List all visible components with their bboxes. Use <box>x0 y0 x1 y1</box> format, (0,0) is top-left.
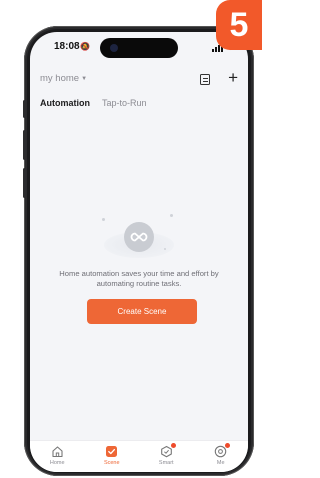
home-icon <box>51 445 64 458</box>
document-icon[interactable] <box>200 74 210 85</box>
smart-icon <box>160 443 176 458</box>
sparkle-dot <box>170 214 173 217</box>
scene-check-icon <box>105 445 118 458</box>
header: my home ▼ + <box>40 69 238 89</box>
home-selector-label: my home <box>40 73 80 84</box>
nav-label-scene: Scene <box>103 460 120 466</box>
nav-item-scene[interactable]: Scene <box>85 441 140 472</box>
step-number-badge: 5 <box>216 0 262 50</box>
nav-item-smart[interactable]: Smart <box>139 441 194 472</box>
plus-icon[interactable]: + <box>228 69 238 86</box>
nav-item-home[interactable]: Home <box>30 441 85 472</box>
side-button-volume-down <box>23 168 26 198</box>
status-bar: 18:08 🔕 ▼ <box>30 41 248 57</box>
nav-item-me[interactable]: Me <box>194 441 249 472</box>
empty-state-illustration <box>94 204 184 264</box>
side-button-mute <box>23 100 26 118</box>
notification-dot <box>225 443 231 448</box>
chevron-down-icon: ▼ <box>81 75 88 82</box>
nav-label-home: Home <box>49 460 65 466</box>
bottom-navigation: Home Scene Smart Me <box>30 440 248 472</box>
create-scene-button[interactable]: Create Scene <box>87 299 197 324</box>
nav-label-me: Me <box>216 460 225 466</box>
tab-automation[interactable]: Automation <box>40 98 90 108</box>
bell-muted-icon: 🔕 <box>80 42 90 51</box>
sparkle-dot <box>102 218 105 221</box>
empty-state-message: Home automation saves your time and effo… <box>59 269 219 288</box>
scene-tabs: Automation Tap-to-Run <box>40 98 147 108</box>
notification-dot <box>170 443 176 448</box>
status-time: 18:08 <box>54 41 80 52</box>
app-screen: 18:08 🔕 ▼ my home ▼ + Automation Tap-to-… <box>30 32 248 472</box>
sparkle-dot <box>164 248 166 250</box>
profile-icon <box>214 443 231 458</box>
tab-tap-to-run[interactable]: Tap-to-Run <box>102 98 147 108</box>
automation-loop-icon <box>124 222 154 252</box>
home-selector[interactable]: my home ▼ <box>40 73 87 84</box>
nav-label-smart: Smart <box>158 460 174 466</box>
side-button-volume-up <box>23 130 26 160</box>
